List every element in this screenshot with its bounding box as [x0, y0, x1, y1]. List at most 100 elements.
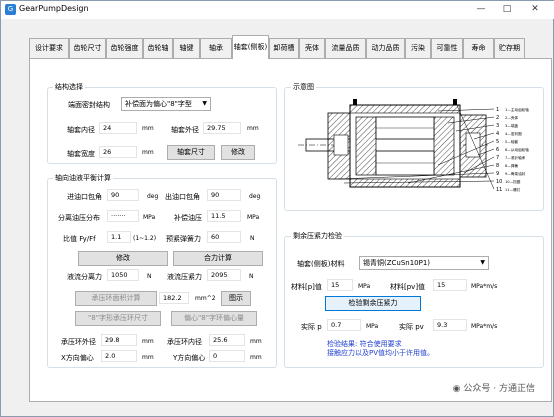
- callout-9: 9: [496, 171, 499, 177]
- outlet-angle-field[interactable]: 90: [207, 189, 241, 201]
- allow-p-label: 材料[p]值: [291, 283, 322, 291]
- inner-diameter-label: 轴套内径: [67, 126, 95, 134]
- close-icon[interactable]: ✕: [525, 2, 545, 16]
- area-calc-button[interactable]: 承压环面积计算: [75, 291, 157, 306]
- ring-inner-field[interactable]: 25.6: [209, 334, 245, 346]
- tab-gear-shaft[interactable]: 齿轮轴: [143, 38, 173, 58]
- actual-p-label: 实际 p: [301, 323, 322, 331]
- callout-11: 11: [496, 187, 502, 193]
- callout-7: 7: [496, 155, 499, 161]
- tab-shaft-key[interactable]: 轴键: [173, 38, 200, 58]
- ratio-label: 比值 Fy/Ff: [63, 235, 96, 243]
- x-ecc-label: X方向偏心: [61, 354, 94, 362]
- pump-cross-section-diagram: 1 2 3 4 5 6 7 8 9 10 11 1—主动齿轮轴 2—壳体 3—端…: [288, 95, 540, 207]
- dist-unit: MPa: [143, 214, 156, 221]
- press-force-field[interactable]: 2095: [207, 269, 241, 281]
- chevron-down-icon: ▼: [480, 259, 485, 266]
- y-ecc-unit: mm: [250, 354, 262, 361]
- legend-item-3: 3—端盖: [505, 123, 518, 128]
- schematic-group-title: 示意图: [291, 82, 316, 92]
- seal-structure-select[interactable]: 补偿面为偏心"8"字型 ▼: [121, 97, 211, 111]
- inlet-angle-label: 进油口包角: [67, 193, 102, 201]
- legend-item-4: 4—密封圈: [505, 131, 522, 136]
- y-ecc-field[interactable]: 0: [209, 350, 245, 362]
- tab-bearing[interactable]: 轴承: [200, 38, 232, 58]
- width-field[interactable]: 26: [99, 146, 137, 158]
- legend-item-9: 9—骨架油封: [505, 171, 526, 176]
- callout-1: 1: [496, 107, 499, 113]
- sep-force-label: 液流分离力: [67, 273, 102, 281]
- wechat-icon: ◉: [452, 384, 461, 394]
- window-title: GearPumpDesign: [19, 4, 89, 13]
- sep-force-field[interactable]: 1050: [107, 269, 139, 281]
- tab-relief-groove[interactable]: 卸荷槽: [269, 38, 299, 58]
- tab-reliability[interactable]: 可靠性: [431, 38, 463, 58]
- ring-inner-label: 承压环内径: [167, 338, 202, 346]
- allow-pv-field[interactable]: 15: [433, 279, 467, 291]
- tab-contamination[interactable]: 污染: [405, 38, 431, 58]
- allow-p-field[interactable]: 15: [327, 279, 353, 291]
- callout-5: 5: [496, 139, 499, 145]
- callout-3: 3: [496, 123, 499, 129]
- tab-housing[interactable]: 壳体: [299, 38, 325, 58]
- eccentricity-button[interactable]: 偏心"8"字环偏心量: [171, 311, 257, 326]
- comp-pressure-label: 补偿油压: [174, 214, 202, 222]
- diagram-button[interactable]: 图示: [221, 291, 251, 306]
- outer-diameter-label: 轴套外径: [171, 126, 199, 134]
- ring-size-button[interactable]: "8"字形承压环尺寸: [75, 311, 161, 326]
- callout-4: 4: [496, 131, 499, 137]
- tab-gear-strength[interactable]: 齿轮强度: [106, 38, 143, 58]
- material-label: 轴套(侧板)材料: [297, 260, 345, 268]
- tab-storage[interactable]: 贮存期: [494, 38, 525, 58]
- actual-pv-field[interactable]: 9.3: [433, 319, 467, 331]
- title-bar: G GearPumpDesign — □ ✕: [1, 1, 554, 19]
- maximize-icon[interactable]: □: [497, 2, 517, 16]
- ring-outer-field[interactable]: 29.8: [101, 334, 137, 346]
- tab-power-quality[interactable]: 动力品质: [366, 38, 405, 58]
- outer-diameter-field[interactable]: 29.75: [203, 122, 241, 134]
- legend-item-11: 11—螺钉: [505, 187, 521, 192]
- actual-p-field[interactable]: 0.7: [327, 319, 361, 331]
- area-field[interactable]: 182.2: [159, 292, 189, 304]
- minimize-icon[interactable]: —: [471, 2, 491, 16]
- allow-pv-unit: MPa*m/s: [471, 283, 498, 290]
- material-select[interactable]: 锡青铜(ZCuSn10P1) ▼: [359, 256, 489, 270]
- ring-inner-unit: mm: [250, 338, 262, 345]
- comp-pressure-unit: MPa: [247, 214, 260, 221]
- legend-item-10: 10—挡圈: [505, 179, 521, 184]
- spring-field[interactable]: 60: [207, 231, 241, 243]
- callout-10: 10: [496, 179, 502, 185]
- inner-diameter-field[interactable]: 24: [99, 122, 137, 134]
- sleeve-size-button[interactable]: 轴套尺寸: [167, 145, 215, 160]
- actual-pv-unit: MPa*m/s: [471, 323, 498, 330]
- inlet-angle-field[interactable]: 90: [107, 189, 139, 201]
- chevron-down-icon: ▼: [202, 100, 207, 107]
- allow-pv-label: 材料[pv]值: [390, 283, 426, 291]
- y-ecc-label: Y方向偏心: [173, 354, 206, 362]
- area-unit: mm^2: [195, 295, 216, 302]
- ring-outer-unit: mm: [142, 338, 154, 345]
- x-ecc-field[interactable]: 2.0: [101, 350, 137, 362]
- watermark: ◉ 公众号 · 方通正信: [453, 381, 535, 394]
- check-residual-force-button[interactable]: 检验剩余压紧力: [325, 296, 421, 311]
- comp-pressure-field[interactable]: 11.5: [207, 210, 241, 222]
- callout-2: 2: [496, 115, 499, 121]
- resultant-calc-button[interactable]: 合力计算: [173, 251, 263, 266]
- dist-field[interactable]: ·······: [107, 210, 139, 222]
- tab-sleeve[interactable]: 轴套(侧板): [232, 35, 269, 59]
- inner-diameter-unit: mm: [142, 125, 154, 132]
- tab-life[interactable]: 寿命: [463, 38, 494, 58]
- balance-group-title: 轴向油液平衡计算: [53, 173, 113, 183]
- allow-p-unit: MPa: [358, 283, 371, 290]
- balance-modify-button[interactable]: 修改: [78, 251, 168, 266]
- structure-modify-button[interactable]: 修改: [221, 145, 255, 160]
- actual-pv-label: 实际 pv: [399, 323, 424, 331]
- structure-group-title: 结构选择: [53, 82, 85, 92]
- tab-gear-size[interactable]: 齿轮尺寸: [69, 38, 106, 58]
- ratio-field[interactable]: 1.1: [107, 231, 131, 243]
- tab-requirements[interactable]: 设计要求: [29, 38, 69, 58]
- callout-8: 8: [496, 163, 499, 169]
- tab-flow-quality[interactable]: 流量品质: [325, 38, 366, 58]
- spring-unit: N: [250, 235, 255, 242]
- dist-label: 分离油压分布: [58, 214, 100, 222]
